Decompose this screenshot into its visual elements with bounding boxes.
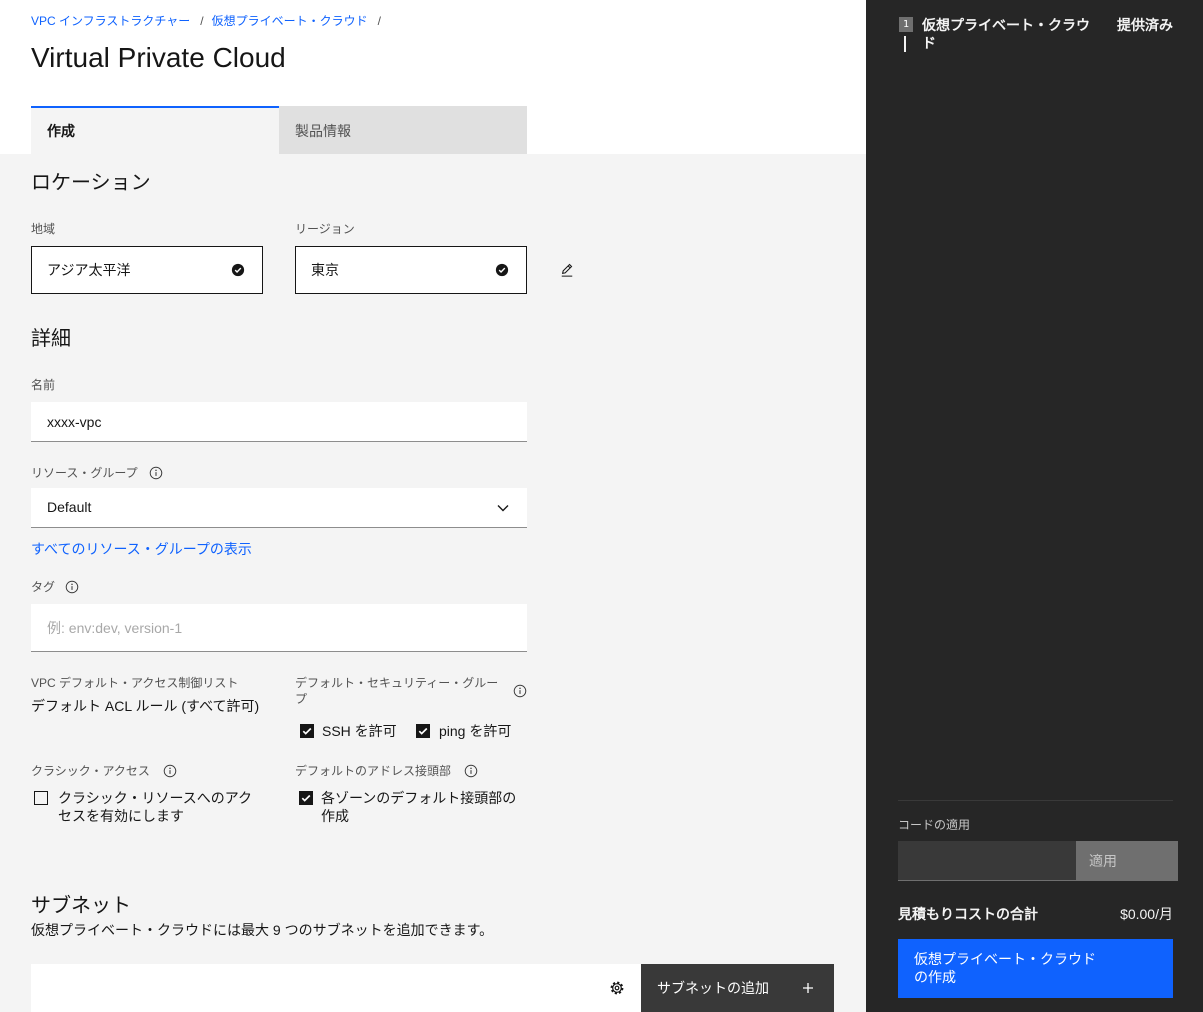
checkbox-box[interactable] [300, 724, 314, 738]
section-heading-location: ロケーション [31, 172, 151, 194]
tags-label: タグ [31, 580, 56, 594]
region-tile[interactable]: 東京 [295, 246, 527, 294]
divider [898, 800, 1173, 801]
section-heading-subnets: サブネット [31, 895, 131, 917]
checkbox-allow-ssh[interactable]: SSH を許可 [300, 722, 400, 740]
add-subnet-button[interactable]: サブネットの追加 [641, 964, 834, 1012]
estimated-total-label: 見積もりコストの合計 [898, 906, 1038, 922]
resource-group-select[interactable]: Default [31, 488, 527, 528]
resource-group-label: リソース・グループ [31, 466, 138, 480]
breadcrumb-separator: / [200, 14, 204, 28]
information-icon[interactable] [149, 466, 163, 480]
checkbox-label: クラシック・リソースへのアクセスを有効にします [58, 790, 253, 824]
promo-code-input[interactable] [898, 841, 1076, 881]
geography-tile[interactable]: アジア太平洋 [31, 246, 263, 294]
summary-sidebar: 1 仮想プライベート・クラウド 提供済み コードの適用 適用 見積もりコストの合… [866, 0, 1203, 1012]
checkbox-box[interactable] [34, 791, 48, 805]
tab-product-info[interactable]: 製品情報 [279, 106, 527, 154]
tab-list: 作成 製品情報 [31, 106, 527, 154]
checkbox-box[interactable] [416, 724, 430, 738]
subnet-table-toolbar [31, 964, 641, 1012]
name-label: 名前 [31, 378, 56, 392]
acl-label: VPC デフォルト・アクセス制御リスト [31, 676, 239, 690]
information-icon[interactable] [513, 684, 527, 698]
checkbox-allow-ping[interactable]: ping を許可 [416, 722, 520, 740]
checkmark-filled-icon [495, 263, 509, 277]
geography-label: 地域 [31, 222, 56, 236]
checkmark-filled-icon [231, 263, 245, 277]
information-icon[interactable] [163, 764, 177, 778]
information-icon[interactable] [65, 580, 79, 594]
checkbox-enable-classic-access[interactable]: クラシック・リソースへのアクセスを有効にします [34, 789, 260, 825]
checkmark-icon [301, 794, 311, 802]
classic-access-label: クラシック・アクセス [31, 764, 150, 778]
step-indicator-line [904, 36, 906, 52]
region-label: リージョン [295, 222, 355, 236]
region-value: 東京 [311, 262, 339, 278]
checkmark-icon [418, 727, 428, 735]
breadcrumb-separator: / [377, 14, 381, 28]
checkbox-label: SSH を許可 [322, 723, 397, 739]
edit-pencil-icon[interactable] [560, 263, 574, 277]
add-plus-icon [803, 983, 813, 993]
tab-label: 作成 [47, 123, 75, 139]
checkbox-box[interactable] [299, 791, 313, 805]
tags-input[interactable] [31, 604, 527, 652]
information-icon[interactable] [464, 764, 478, 778]
main-content: VPC インフラストラクチャー / 仮想プライベート・クラウド / Virtua… [0, 0, 866, 1012]
view-all-resource-groups-link[interactable]: すべてのリソース・グループの表示 [31, 540, 252, 558]
checkbox-create-default-prefixes[interactable]: 各ゾーンのデフォルト接頭部の作成 [299, 789, 523, 825]
settings-gear-icon[interactable] [609, 980, 625, 996]
step-title: 仮想プライベート・クラウド [922, 17, 1090, 51]
subnets-description: 仮想プライベート・クラウドには最大 9 つのサブネットを追加できます。 [31, 922, 494, 938]
breadcrumb-link-virtual-private-cloud[interactable]: 仮想プライベート・クラウド [212, 13, 368, 29]
section-heading-details: 詳細 [31, 328, 71, 350]
create-vpc-button[interactable]: 仮想プライベート・クラウドの作成 [898, 939, 1173, 998]
tab-label: 製品情報 [295, 123, 351, 139]
tab-create[interactable]: 作成 [31, 106, 279, 154]
security-group-label: デフォルト・セキュリティー・グループ [295, 676, 499, 706]
page-title: Virtual Private Cloud [31, 42, 286, 73]
chevron-down-icon [497, 505, 509, 512]
add-subnet-label: サブネットの追加 [657, 980, 769, 996]
checkbox-label: 各ゾーンのデフォルト接頭部の作成 [321, 790, 517, 824]
breadcrumb: VPC インフラストラクチャー / 仮想プライベート・クラウド / [31, 13, 389, 29]
checkmark-icon [302, 727, 312, 735]
step-number-badge: 1 [899, 17, 913, 32]
promo-code-label: コードの適用 [898, 818, 971, 832]
address-prefix-label: デフォルトのアドレス接頭部 [295, 764, 452, 778]
checkbox-label: ping を許可 [439, 723, 512, 739]
apply-code-button[interactable]: 適用 [1076, 841, 1178, 881]
breadcrumb-link-vpc-infrastructure[interactable]: VPC インフラストラクチャー [31, 13, 190, 29]
acl-value: デフォルト ACL ルール (すべて許可) [31, 698, 260, 714]
estimated-total-value: $0.00/月 [1120, 906, 1173, 922]
geography-value: アジア太平洋 [47, 262, 131, 278]
create-vpc-label: 仮想プライベート・クラウドの作成 [914, 951, 1096, 985]
step-status: 提供済み [1117, 17, 1173, 33]
name-input[interactable] [31, 402, 527, 442]
resource-group-value: Default [47, 499, 92, 515]
